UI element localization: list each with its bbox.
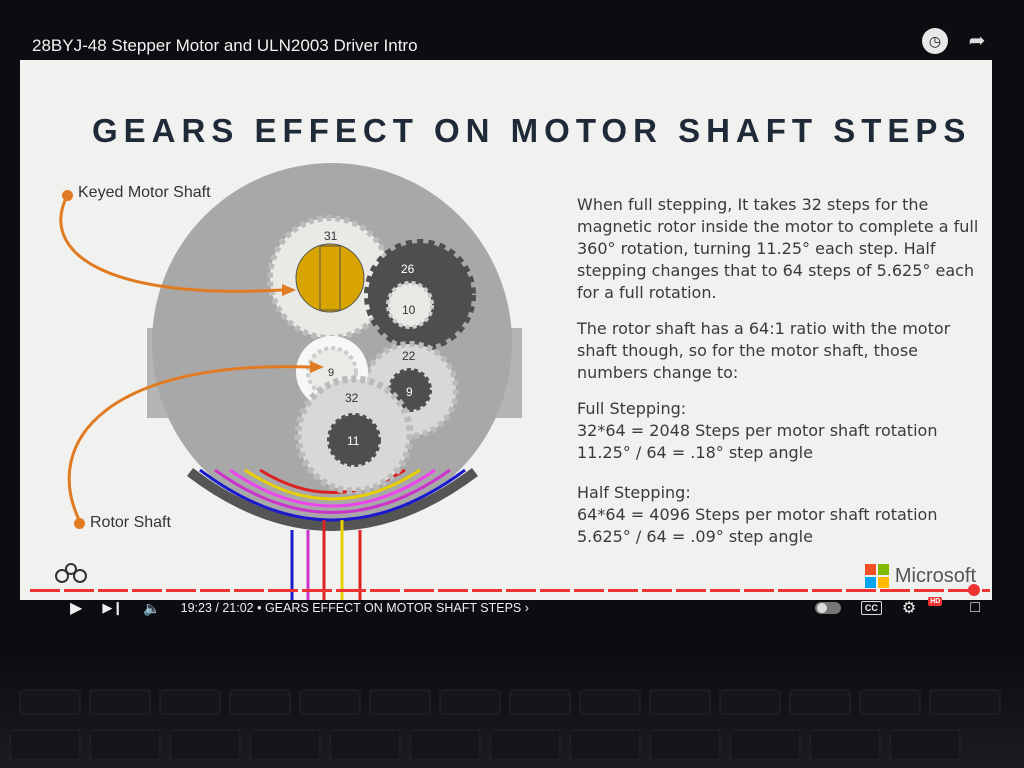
chapter-title[interactable]: • GEARS EFFECT ON MOTOR SHAFT STEPS [257,601,521,615]
progress-handle[interactable] [968,584,980,596]
gear-icon[interactable]: ⚙ [902,598,916,618]
video-frame[interactable]: GEARS EFFECT ON MOTOR SHAFT STEPS 31 26 … [20,60,992,600]
half-stepping-heading: Half Stepping: [577,483,691,502]
gear-label-10: 10 [402,303,416,317]
play-icon[interactable]: ▶ [70,598,82,618]
microsoft-grid-icon [864,564,889,588]
time-display: 19:23 / 21:02 • GEARS EFFECT ON MOTOR SH… [181,601,529,615]
gear-label-9b: 9 [406,385,413,399]
next-icon[interactable]: ▶❙ [102,600,123,616]
volume-icon[interactable]: 🔈 [143,600,160,617]
half-stepping-line-1: 64*64 = 4096 Steps per motor shaft rotat… [577,505,938,524]
gear-label-26: 26 [401,262,415,276]
explanation-text: When full stepping, It takes 32 steps fo… [577,194,987,548]
chevron-right-icon[interactable]: › [525,601,529,615]
callout-dot-motor-shaft [62,190,73,201]
robot-logo-icon [55,563,87,583]
paragraph-ratio: The rotor shaft has a 64:1 ratio with th… [577,319,951,382]
exit-fullscreen-icon[interactable]: □ [970,599,980,617]
autoplay-toggle[interactable] [814,602,841,614]
top-actions: ◷ ➦ [922,28,990,54]
progress-bar[interactable] [30,589,990,592]
gear-label-11: 11 [347,434,360,448]
full-stepping-line-2: 11.25° / 64 = .18° step angle [577,443,813,462]
gear-26 [364,239,476,351]
callout-rotor-shaft: Rotor Shaft [90,514,171,531]
paragraph-full-stepping-intro: When full stepping, It takes 32 steps fo… [577,195,979,302]
video-title[interactable]: 28BYJ-48 Stepper Motor and ULN2003 Drive… [32,36,418,56]
gear-label-31: 31 [324,229,338,243]
callout-keyed-motor-shaft: Keyed Motor Shaft [78,184,211,201]
gear-label-22: 22 [402,349,416,363]
share-icon[interactable]: ➦ [964,28,990,54]
laptop-keyboard [0,650,1024,768]
hd-badge: HD [928,596,943,606]
half-stepping-line-2: 5.625° / 64 = .09° step angle [577,527,813,546]
player-controls: ▶ ▶❙ 🔈 19:23 / 21:02 • GEARS EFFECT ON M… [70,596,980,622]
gear-label-32: 32 [345,391,359,405]
microsoft-wordmark: Microsoft [894,564,976,587]
full-stepping-line-1: 32*64 = 2048 Steps per motor shaft rotat… [577,421,938,440]
gear-label-9a: 9 [328,367,334,379]
time-current-total: 19:23 / 21:02 [180,601,254,615]
full-stepping-heading: Full Stepping: [577,399,687,418]
microsoft-logo: Microsoft [864,564,976,588]
clock-icon[interactable]: ◷ [922,28,948,54]
captions-button[interactable]: CC [860,601,882,615]
callout-dot-rotor-shaft [74,518,85,529]
